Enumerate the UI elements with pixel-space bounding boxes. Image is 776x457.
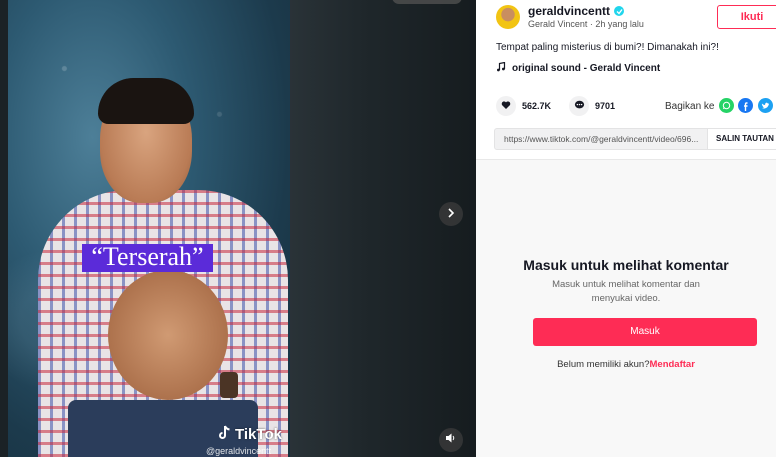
copy-link-button[interactable]: SALIN TAUTAN <box>707 129 776 149</box>
author-display-name: Gerald Vincent <box>528 19 588 29</box>
engagement-stats: 562.7K 9701 <box>496 96 633 116</box>
comment-count: 9701 <box>595 101 616 111</box>
person-hair <box>98 78 194 124</box>
signup-prompt-row: Belum memiliki akun?Mendaftar <box>476 359 776 370</box>
comments-login-title: Masuk untuk melihat komentar <box>523 257 729 273</box>
video-blur-background <box>288 0 476 457</box>
like-button[interactable] <box>496 96 516 116</box>
author-username-row[interactable]: geraldvincentt <box>528 4 625 18</box>
comment-icon <box>574 97 585 115</box>
follow-button[interactable]: Ikuti <box>717 5 776 29</box>
details-panel: geraldvincentt Gerald Vincent · 2h yang … <box>476 0 776 457</box>
video-frame[interactable] <box>8 0 290 457</box>
comments-section: Masuk untuk melihat komentar Masuk untuk… <box>476 159 776 457</box>
post-description: Tempat paling misterius di bumi?! Dimana… <box>496 42 719 53</box>
music-note-icon <box>496 61 506 75</box>
facebook-icon[interactable] <box>738 98 753 113</box>
twitter-icon[interactable] <box>758 98 773 113</box>
video-player[interactable]: “Terserah” TikTok @geraldvincentt <box>0 0 476 457</box>
login-button[interactable]: Masuk <box>533 318 757 346</box>
sound-link[interactable]: original sound - Gerald Vincent <box>496 61 660 75</box>
video-caption: “Terserah” <box>91 242 204 271</box>
sound-label[interactable]: original sound - Gerald Vincent <box>512 63 660 74</box>
heart-icon <box>501 97 511 115</box>
tiktok-watermark-brand: TikTok <box>235 426 282 443</box>
share-label: Bagikan ke <box>665 101 715 112</box>
avatar[interactable] <box>496 5 520 29</box>
top-control-pill[interactable] <box>392 0 462 4</box>
wrist-watch <box>220 372 238 398</box>
like-count: 562.7K <box>522 101 552 111</box>
whatsapp-icon[interactable] <box>719 98 734 113</box>
signup-prompt: Belum memiliki akun? <box>557 359 650 370</box>
signup-link[interactable]: Mendaftar <box>650 359 695 370</box>
person-hands <box>108 270 228 400</box>
author-subline: Gerald Vincent · 2h yang lalu <box>528 19 644 29</box>
next-video-button[interactable] <box>439 202 463 226</box>
tiktok-watermark-handle: @geraldvincentt <box>206 446 272 456</box>
comment-button[interactable] <box>569 96 590 116</box>
volume-button[interactable] <box>439 428 463 452</box>
tiktok-logo-icon <box>218 425 232 444</box>
share-link-row: https://www.tiktok.com/@geraldvincentt/v… <box>494 128 776 150</box>
volume-icon <box>445 431 457 449</box>
author-username[interactable]: geraldvincentt <box>528 4 610 18</box>
verified-badge-icon <box>614 6 625 16</box>
share-link-url[interactable]: https://www.tiktok.com/@geraldvincentt/v… <box>504 134 704 144</box>
tiktok-watermark: TikTok <box>218 425 282 444</box>
post-time: 2h yang lalu <box>595 19 644 29</box>
comments-login-subtitle: Masuk untuk melihat komentar dan menyuka… <box>552 279 700 304</box>
chevron-right-icon <box>446 205 456 223</box>
